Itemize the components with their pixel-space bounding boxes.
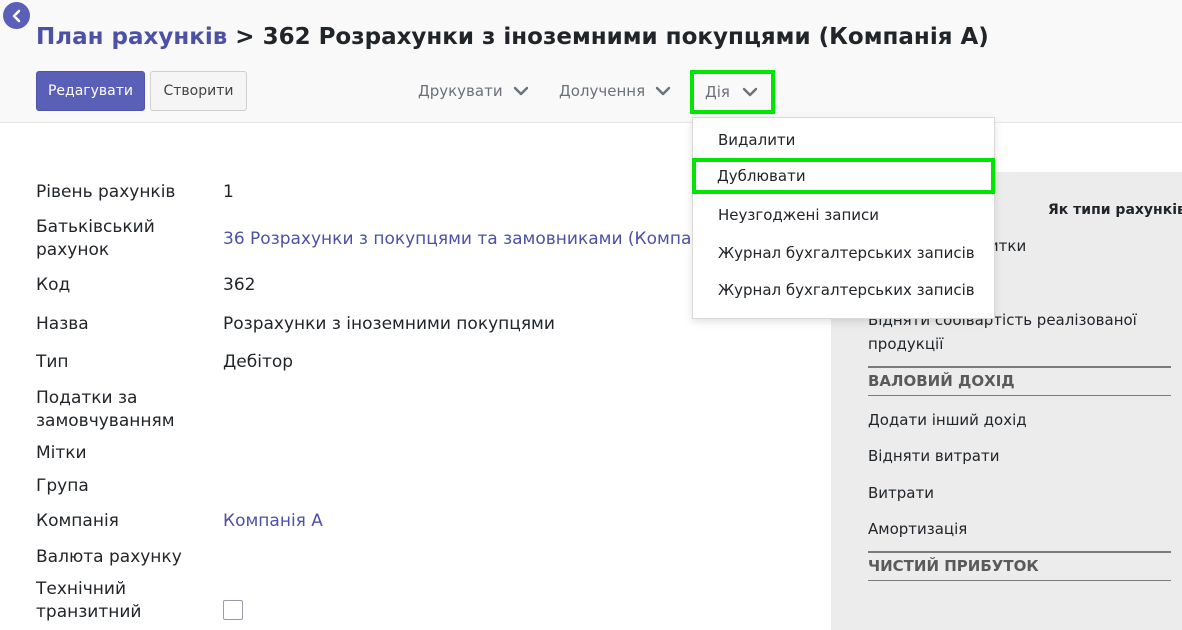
- help-panel-line: Амортизація: [868, 520, 968, 538]
- parent-account-label-line2: рахунок: [36, 240, 110, 260]
- help-panel-line: Додати інший дохід: [868, 411, 1027, 429]
- edit-button[interactable]: Редагувати: [36, 71, 145, 111]
- breadcrumb: План рахунків > 362 Розрахунки з іноземн…: [36, 24, 989, 50]
- help-panel-line: Витрати: [868, 484, 934, 502]
- action-dropdown-label: Дія: [705, 83, 730, 101]
- company-link[interactable]: Компанія А: [223, 510, 323, 533]
- default-taxes-label-line1: Податки за: [36, 388, 138, 408]
- breadcrumb-separator: >: [235, 24, 255, 50]
- chevron-down-icon: [742, 87, 758, 97]
- type-label: Тип: [36, 352, 69, 372]
- print-dropdown-label: Друкувати: [418, 82, 503, 100]
- help-panel-heading: ВАЛОВИЙ ДОХІД: [868, 366, 1171, 396]
- account-currency-label: Валюта рахунку: [36, 547, 182, 567]
- menu-item-delete[interactable]: Видалити: [693, 122, 994, 158]
- attachments-dropdown[interactable]: Долучення: [559, 79, 671, 103]
- action-dropdown-menu: Видалити Дублювати Неузгоджені записи Жу…: [692, 117, 995, 319]
- parent-account-link[interactable]: 36 Розрахунки з покупцями та замовниками…: [223, 228, 741, 251]
- code-value: 362: [223, 275, 256, 295]
- technical-transit-label-line1: Технічний: [36, 579, 126, 599]
- menu-item-duplicate[interactable]: Дублювати: [692, 158, 995, 194]
- tags-label: Мітки: [36, 443, 87, 463]
- help-panel-line: Відняти витрати: [868, 447, 1000, 465]
- create-button[interactable]: Створити: [150, 71, 247, 111]
- code-label: Код: [36, 275, 71, 295]
- technical-transit-label-line2: транзитний: [36, 602, 142, 622]
- chevron-left-icon: [12, 9, 20, 22]
- level-label: Рівень рахунків: [36, 182, 176, 202]
- help-panel-heading: ЧИСТИЙ ПРИБУТОК: [868, 551, 1171, 581]
- default-taxes-label-line2: замовчуванням: [36, 411, 175, 431]
- chevron-down-icon: [513, 86, 528, 96]
- company-label: Компанія: [36, 511, 119, 531]
- action-dropdown[interactable]: Дія: [690, 70, 775, 114]
- page-title: 362 Розрахунки з іноземними покупцями (К…: [262, 24, 989, 50]
- level-value: 1: [223, 182, 234, 202]
- technical-transit-checkbox[interactable]: [223, 600, 243, 620]
- help-panel-line: продукції: [868, 335, 944, 353]
- parent-account-label-line1: Батьківський: [36, 217, 155, 237]
- print-dropdown[interactable]: Друкувати: [418, 79, 529, 103]
- menu-item-journal-entries[interactable]: Журнал бухгалтерських записів: [693, 272, 994, 308]
- back-button[interactable]: [3, 2, 30, 29]
- name-value: Розрахунки з іноземними покупцями: [223, 314, 555, 334]
- name-label: Назва: [36, 314, 89, 334]
- menu-item-unreconciled-entries[interactable]: Неузгоджені записи: [693, 197, 994, 233]
- chevron-down-icon: [655, 86, 671, 96]
- attachments-dropdown-label: Долучення: [559, 82, 646, 100]
- breadcrumb-parent-link[interactable]: План рахунків: [36, 24, 227, 50]
- control-panel: План рахунків > 362 Розрахунки з іноземн…: [0, 0, 1182, 123]
- help-panel-title: Як типи рахунків в: [1048, 202, 1182, 218]
- group-label: Група: [36, 476, 89, 496]
- menu-item-journal-entries[interactable]: Журнал бухгалтерських записів: [693, 235, 994, 271]
- type-value: Дебітор: [223, 352, 294, 372]
